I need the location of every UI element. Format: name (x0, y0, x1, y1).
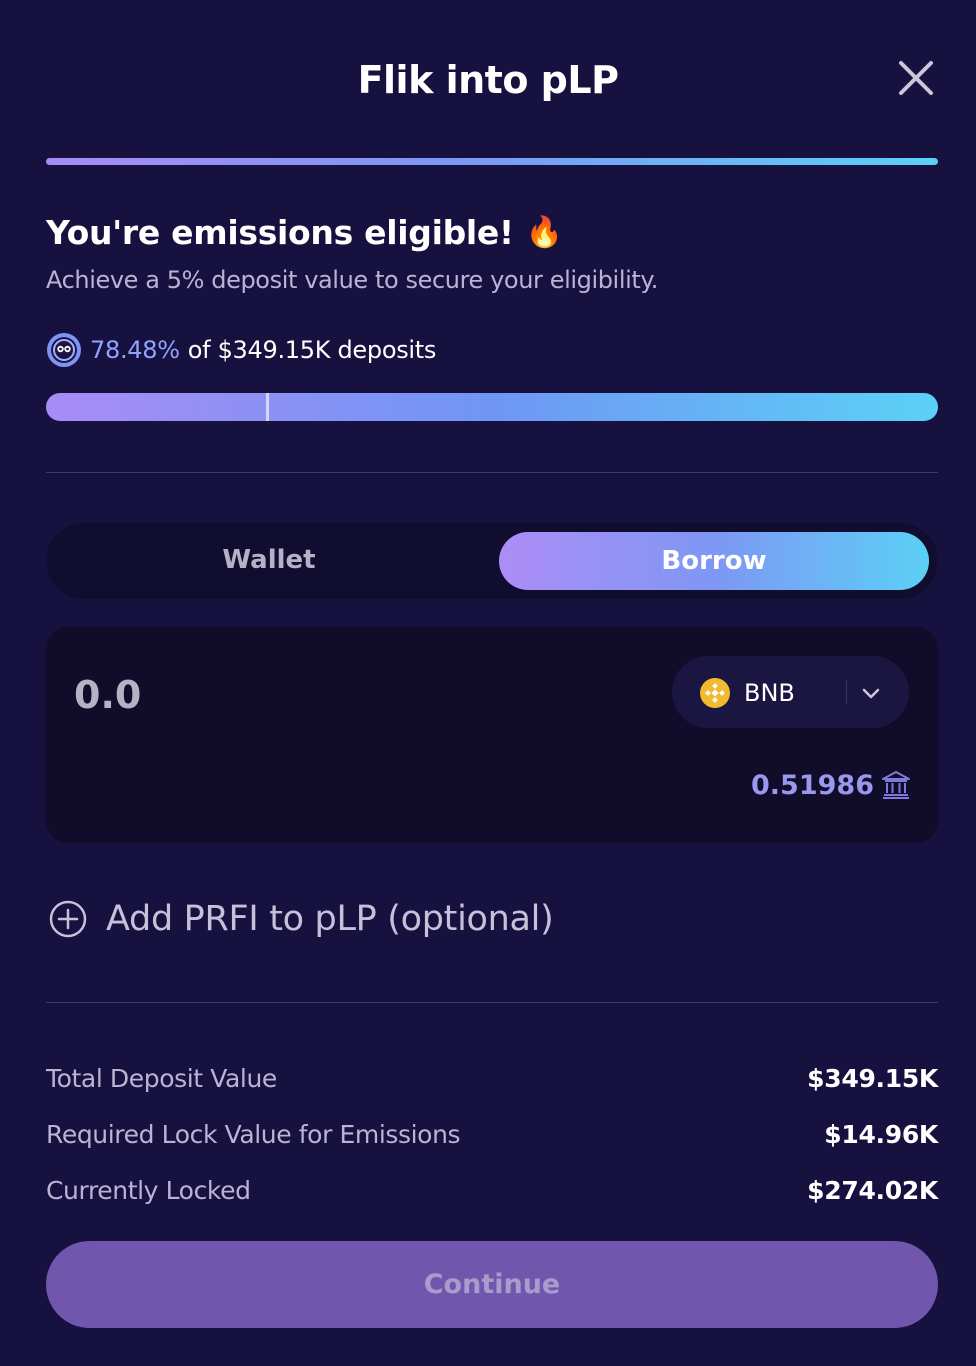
add-prfi-label: Add PRFI to pLP (optional) (106, 899, 554, 939)
close-icon (899, 61, 933, 95)
stat-label: Currently Locked (46, 1175, 251, 1205)
section-divider (46, 472, 938, 473)
amount-input[interactable] (74, 669, 474, 721)
bnb-icon (700, 678, 730, 708)
continue-button[interactable]: Continue (46, 1241, 938, 1328)
modal-title: Flik into pLP (357, 58, 619, 102)
tab-wallet[interactable]: Wallet (54, 531, 484, 589)
close-button[interactable] (894, 56, 938, 100)
chevron-down-icon (862, 688, 880, 699)
tab-borrow[interactable]: Borrow (499, 532, 929, 590)
stat-row-total-deposit: Total Deposit Value $349.15K (46, 1050, 938, 1106)
plus-circle-icon (49, 900, 87, 938)
pool-token-icon (47, 333, 81, 367)
eligibility-headline-text: You're emissions eligible! (46, 213, 514, 252)
eligibility-headline: You're emissions eligible! 🔥 (46, 213, 563, 252)
stat-label: Required Lock Value for Emissions (46, 1119, 461, 1149)
add-prfi-button[interactable]: Add PRFI to pLP (optional) (48, 899, 554, 939)
header-accent-bar (46, 158, 938, 165)
deposit-share: 78.48% of $349.15K deposits (46, 332, 436, 368)
stat-value: $349.15K (807, 1063, 938, 1093)
eligibility-threshold-marker (266, 393, 269, 421)
source-toggle: Wallet Borrow (46, 523, 938, 599)
eligibility-subline: Achieve a 5% deposit value to secure you… (46, 266, 658, 294)
fire-icon: 🔥 (525, 215, 563, 250)
stat-value: $14.96K (824, 1119, 938, 1149)
token-balance[interactable]: 0.51986 (751, 769, 912, 801)
token-selector[interactable]: BNB (672, 656, 909, 728)
share-percent: 78.48% (90, 336, 180, 364)
bank-icon (882, 771, 910, 799)
token-label: BNB (744, 679, 795, 707)
flik-modal: Flik into pLP You're emissions eligible!… (0, 0, 976, 1366)
section-divider (46, 1002, 938, 1003)
eligibility-progress-bar (46, 393, 938, 421)
stat-label: Total Deposit Value (46, 1063, 277, 1093)
stat-value: $274.02K (807, 1175, 938, 1205)
token-separator (846, 680, 847, 704)
deposit-stats: Total Deposit Value $349.15K Required Lo… (46, 1050, 938, 1218)
stat-row-required-lock: Required Lock Value for Emissions $14.96… (46, 1106, 938, 1162)
balance-value: 0.51986 (751, 769, 874, 801)
stat-row-currently-locked: Currently Locked $274.02K (46, 1162, 938, 1218)
amount-panel: BNB 0.51986 (46, 627, 938, 843)
share-text: of $349.15K deposits (187, 336, 437, 364)
